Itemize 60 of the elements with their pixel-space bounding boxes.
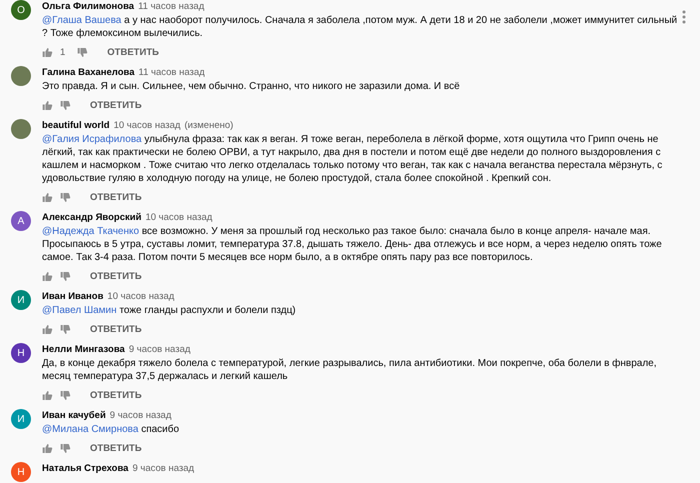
thumbs-down-icon — [60, 390, 71, 401]
author-name[interactable]: Ольга Филимонова — [42, 0, 134, 13]
comment-time[interactable]: 9 часов назад — [110, 409, 172, 422]
mention-link[interactable]: @Милана Смирнова — [42, 424, 138, 435]
reply-button[interactable]: ОТВЕТИТЬ — [86, 388, 146, 403]
author-name[interactable]: Иван качубей — [42, 409, 106, 422]
reply-button[interactable]: ОТВЕТИТЬ — [103, 45, 163, 60]
reply-button[interactable]: ОТВЕТИТЬ — [86, 322, 146, 337]
mention-link[interactable]: @Надежда Ткаченко — [42, 226, 140, 237]
like-count: 1 — [60, 47, 66, 58]
author-name[interactable]: Наталья Стрехова — [42, 462, 128, 475]
more-menu-icon[interactable] — [682, 10, 686, 24]
thumbs-up-icon — [42, 47, 53, 58]
thumbs-down-icon — [60, 192, 71, 203]
comment-time[interactable]: 11 часов назад — [138, 0, 204, 13]
author-name[interactable]: Александр Яворский — [42, 211, 142, 224]
comment-time[interactable]: 10 часов назад — [145, 211, 212, 224]
avatar-photo-placeholder[interactable] — [11, 119, 31, 139]
comment-time[interactable]: 11 часов назад — [138, 66, 205, 79]
comment-text: @Милана Смирнова спасибо — [42, 423, 180, 436]
reply-button[interactable]: ОТВЕТИТЬ — [86, 190, 146, 205]
avatar-circle[interactable]: Н — [11, 343, 31, 363]
comment-text: @Глаша Вашева а у нас наоборот получилось. Сначала я заболела ,потом муж. А дети 18 и 20 не заболели ,может иммунитет сильный ? Тоже флемоксином вылечились. — [42, 14, 678, 40]
avatar-circle[interactable]: А — [11, 211, 31, 231]
comment-text: Это правда. Я и сын. Сильнее, чем обычно. Странно, что никого не заразили дома. И всё — [42, 80, 461, 93]
thumbs-up-icon — [42, 390, 53, 401]
thumbs-down-icon — [60, 271, 71, 282]
thumbs-down-icon — [60, 324, 71, 335]
mention-link[interactable]: @Галия Исрафилова — [42, 134, 142, 145]
thumbs-down-icon — [60, 443, 71, 454]
reply-button[interactable]: ОТВЕТИТЬ — [86, 269, 146, 284]
mention-link[interactable]: @Глаша Вашева — [42, 15, 122, 26]
author-name[interactable]: Галина Ваханелова — [42, 66, 135, 79]
author-name[interactable]: Иван Иванов — [42, 290, 104, 303]
thumbs-down-icon — [77, 47, 88, 58]
comment-time[interactable]: 10 часов назад — [114, 119, 180, 132]
comment-time[interactable]: 9 часов назад — [128, 343, 190, 356]
comment-text: @Галия Исрафилова улыбнула фраза: так как я веган. Я тоже веган, переболела в лёгкой форме, хотя ощутила что Грипп очень не лёгкий, так как практически не болею ОРВИ, а тут накрыло, два дня в постели и потом ещё две недели до полного выздоровления с кашлем и насморком . Тоже считаю что легко отделалась только потому что веган, так как с начала веганства перестала мёрзнуть, с удовольствие гуляю в холодную погоду на улице, не болею простудой, стала более спокойной . Крепкий сон. — [42, 133, 664, 185]
reply-button[interactable]: ОТВЕТИТЬ — [86, 441, 146, 456]
comment-text: @Павел Шамин тоже гланды распухли и болели пздц) — [42, 304, 297, 317]
mention-link[interactable]: @Павел Шамин — [42, 305, 117, 316]
reply-button[interactable]: ОТВЕТИТЬ — [86, 98, 146, 113]
author-name[interactable]: Нелли Мингазова — [42, 343, 125, 356]
comment-text: @Надежда Ткаченко все возможно. У меня за прошлый год несколько раз такое было: сначала было в конце апреля- начале мая. Просыпаюсь в 5 утра, суставы ломит, температура 37.8, дышать тяжело. День- два отлежусь и все норм, а через неделю опять тоже самое. Так 3-4 раза. Потом почти 5 месяцев все норм было, а в октябре опять пару раз все повторилось. — [42, 225, 663, 264]
thumbs-up-icon — [42, 324, 53, 335]
thumbs-down-icon — [60, 100, 71, 111]
comment-text: Да, в конце декабря тяжело болела с температурой, легкие разрывались, пила антибиотики. Мои покрепче, оба болели в фнврале, месяц температура 37,5 держалась и легкий кашель — [42, 357, 658, 383]
avatar-circle[interactable]: И — [11, 409, 31, 429]
thumbs-up-icon — [42, 271, 53, 282]
author-name[interactable]: beautiful world — [42, 119, 110, 132]
edited-label: (изменено) — [184, 119, 234, 132]
avatar-photo-placeholder[interactable] — [11, 66, 31, 86]
avatar-circle[interactable]: Н — [11, 462, 31, 482]
avatar-circle[interactable]: О — [11, 0, 31, 20]
thumbs-up-icon — [42, 443, 53, 454]
avatar-circle[interactable]: И — [11, 290, 31, 310]
thumbs-up-icon — [42, 100, 53, 111]
thumbs-up-icon — [42, 192, 53, 203]
comment-time[interactable]: 10 часов назад — [107, 290, 174, 303]
comment-time[interactable]: 9 часов назад — [132, 462, 194, 475]
